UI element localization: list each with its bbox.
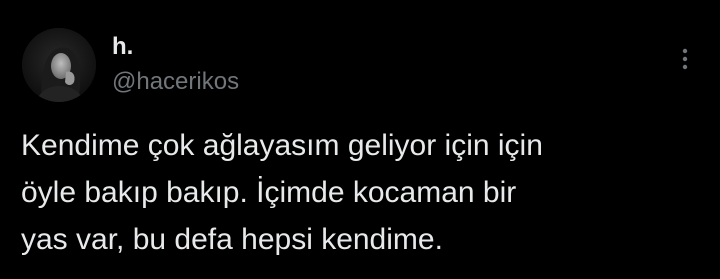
more-options-vertical-dots-icon xyxy=(682,48,688,70)
user-handle[interactable]: @hacerikos xyxy=(112,67,239,97)
tweet-text-line: yas var, bu defa hepsi kendime. xyxy=(21,223,443,256)
tweet-card: h. @hacerikos Kendime çok ağlayasım geli… xyxy=(0,0,720,279)
more-options-button[interactable] xyxy=(672,44,698,74)
avatar[interactable] xyxy=(22,28,96,102)
profile-photo-avatar-icon xyxy=(22,28,96,102)
display-name[interactable]: h. xyxy=(112,33,133,61)
tweet-text: Kendime çok ağlayasım geliyor için için … xyxy=(21,122,701,263)
tweet-text-line: Kendime çok ağlayasım geliyor için için xyxy=(21,129,543,162)
tweet-text-line: öyle bakıp bakıp. İçimde kocaman bir xyxy=(21,176,517,209)
